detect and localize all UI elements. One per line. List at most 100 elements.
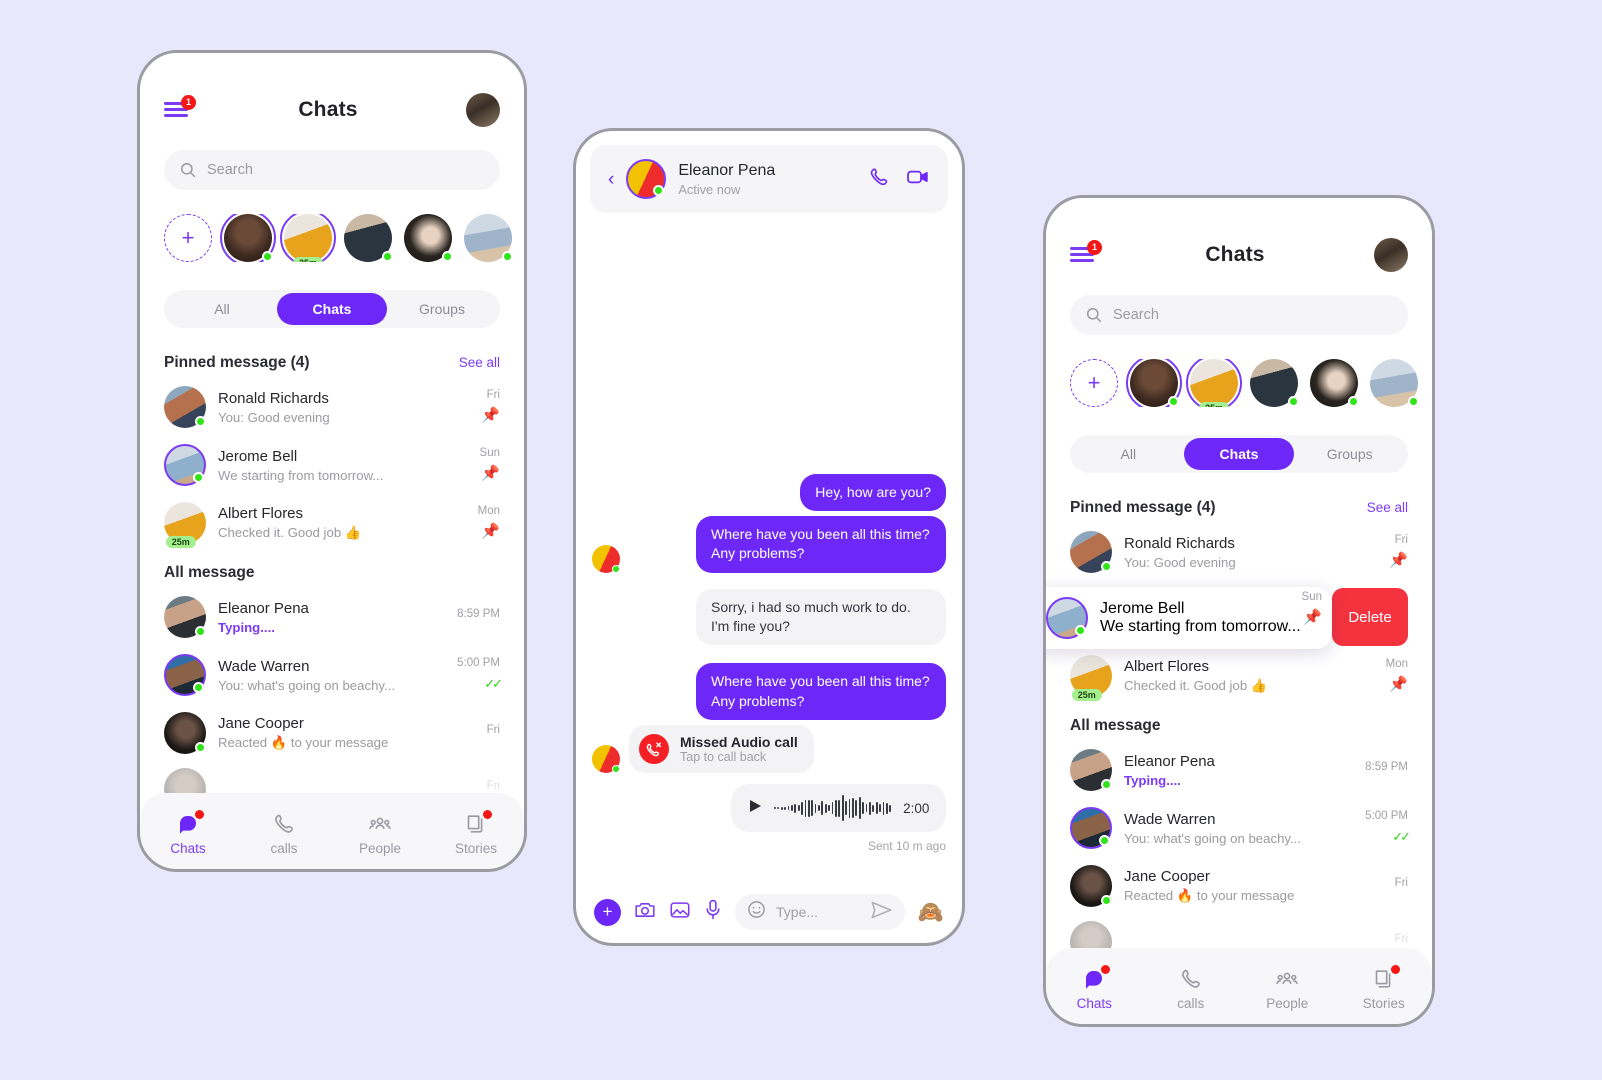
filter-tabs[interactable]: All Chats Groups bbox=[164, 290, 500, 328]
pin-icon[interactable]: 📌 bbox=[1303, 609, 1322, 626]
table-row[interactable]: Jane Cooper Reacted 🔥 to your message Fr… bbox=[1070, 865, 1408, 907]
message-text-input[interactable]: Type... bbox=[735, 894, 905, 930]
table-row[interactable]: Wade Warren You: what's going on beachy.… bbox=[1070, 807, 1411, 849]
back-button[interactable]: ‹ bbox=[608, 170, 614, 189]
table-row[interactable]: Wade Warren You: what's going on beachy.… bbox=[164, 654, 503, 696]
nav-item-chats[interactable]: Chats bbox=[140, 810, 236, 856]
avatar[interactable] bbox=[626, 159, 667, 199]
story-item[interactable]: 25m bbox=[280, 214, 336, 262]
table-row[interactable]: Ronald Richards You: Good evening Fri 📌 bbox=[164, 386, 500, 428]
story-item[interactable] bbox=[1370, 359, 1419, 407]
row-right: 8:59 PM bbox=[448, 608, 500, 626]
pin-icon[interactable]: 📌 bbox=[481, 407, 500, 424]
tab-chats[interactable]: Chats bbox=[1183, 438, 1295, 470]
table-row[interactable]: Eleanor Pena Typing.... 8:59 PM bbox=[164, 596, 500, 638]
nav-item-calls[interactable]: calls bbox=[1143, 967, 1240, 1011]
online-dot bbox=[195, 416, 206, 427]
avatar bbox=[592, 745, 620, 773]
message-preview: Checked it. Good job 👍 bbox=[218, 525, 362, 540]
profile-avatar[interactable] bbox=[465, 93, 500, 127]
message-bubble-outgoing[interactable]: Where have you been all this time? Any p… bbox=[696, 663, 946, 720]
message-bubble-outgoing[interactable]: Hey, how are you? bbox=[800, 473, 946, 512]
story-item[interactable] bbox=[344, 214, 393, 262]
message-input-bar[interactable]: + Type... 🙈 bbox=[576, 881, 962, 943]
story-item[interactable]: 25m bbox=[1186, 359, 1242, 407]
nav-item-people[interactable]: People bbox=[1239, 967, 1336, 1011]
tab-groups[interactable]: Groups bbox=[1294, 438, 1405, 470]
table-row[interactable]: Jane Cooper Reacted 🔥 to your message Fr… bbox=[164, 712, 500, 754]
tab-all[interactable]: All bbox=[167, 293, 277, 325]
story-time-chip: 25m bbox=[1198, 402, 1230, 407]
voice-note-bubble[interactable]: 2:00 bbox=[731, 784, 946, 832]
notification-dot bbox=[483, 810, 492, 819]
pin-icon[interactable]: 📌 bbox=[1389, 676, 1408, 693]
menu-icon[interactable]: 1 bbox=[164, 95, 196, 120]
table-row[interactable]: 25m Albert Flores Checked it. Good job 👍… bbox=[164, 502, 500, 548]
send-icon[interactable] bbox=[870, 900, 893, 925]
camera-icon[interactable] bbox=[634, 900, 656, 925]
nav-item-chats[interactable]: Chats bbox=[1046, 965, 1143, 1011]
nav-item-calls[interactable]: calls bbox=[236, 812, 332, 856]
bottom-navigation[interactable]: Chats calls People Stories bbox=[1046, 948, 1432, 1024]
swiped-chat-card[interactable]: Jerome Bell We starting from tomorrow... bbox=[1046, 587, 1332, 649]
search-input[interactable]: Search bbox=[164, 150, 500, 190]
video-camera-icon[interactable] bbox=[906, 166, 930, 193]
swipe-to-delete-row[interactable]: Jerome Bell We starting from tomorrow...… bbox=[1046, 587, 1408, 649]
table-row[interactable]: Jerome Bell We starting from tomorrow...… bbox=[164, 444, 500, 486]
online-dot bbox=[612, 564, 620, 573]
pinned-header: Pinned message (4) bbox=[164, 354, 310, 371]
phone-icon[interactable] bbox=[868, 166, 890, 193]
smiley-icon[interactable] bbox=[747, 900, 766, 924]
message-bubble-incoming[interactable]: Sorry, i had so much work to do. I'm fin… bbox=[696, 588, 946, 646]
pin-icon[interactable]: 📌 bbox=[481, 465, 500, 482]
nav-item-stories[interactable]: Stories bbox=[1336, 965, 1433, 1011]
row-meta: Wade Warren You: what's going on beachy.… bbox=[1124, 811, 1344, 846]
table-row[interactable]: Ronald Richards You: Good evening Fri 📌 bbox=[1070, 531, 1408, 573]
missed-call-card[interactable]: Missed Audio call Tap to call back bbox=[629, 725, 814, 773]
add-story-button[interactable]: + bbox=[1070, 359, 1118, 407]
story-item[interactable] bbox=[1310, 359, 1359, 407]
online-dot bbox=[1101, 561, 1112, 572]
microphone-icon[interactable] bbox=[704, 899, 722, 925]
profile-avatar[interactable] bbox=[1373, 238, 1408, 272]
read-receipt-icon: ✓✓ bbox=[484, 676, 503, 691]
online-dot bbox=[1168, 396, 1179, 407]
avatar bbox=[164, 596, 206, 638]
attach-plus-button[interactable]: + bbox=[594, 898, 621, 926]
pin-icon[interactable]: 📌 bbox=[1389, 552, 1408, 569]
menu-icon[interactable]: 1 bbox=[1070, 240, 1102, 265]
search-input[interactable]: Search bbox=[1070, 295, 1408, 335]
story-item[interactable] bbox=[220, 214, 276, 262]
pin-icon[interactable]: 📌 bbox=[481, 523, 500, 540]
message-bubble-outgoing[interactable]: Where have you been all this time? Any p… bbox=[696, 516, 946, 573]
filter-tabs[interactable]: All Chats Groups bbox=[1070, 435, 1408, 473]
tab-all[interactable]: All bbox=[1073, 438, 1184, 470]
row-meta bbox=[218, 788, 436, 791]
nav-item-people[interactable]: People bbox=[332, 812, 428, 856]
play-icon[interactable] bbox=[749, 799, 762, 818]
timestamp: Fri bbox=[486, 780, 500, 792]
story-item[interactable] bbox=[464, 214, 513, 262]
story-item[interactable] bbox=[1126, 359, 1182, 407]
conversation-actions[interactable] bbox=[868, 166, 930, 193]
story-item[interactable] bbox=[404, 214, 453, 262]
message-list: Hey, how are you? Where have you been al… bbox=[576, 229, 962, 881]
see-all-link[interactable]: See all bbox=[1367, 500, 1408, 515]
online-dot bbox=[612, 765, 620, 773]
see-all-link[interactable]: See all bbox=[459, 355, 500, 370]
image-icon[interactable] bbox=[669, 900, 691, 925]
tab-groups[interactable]: Groups bbox=[387, 293, 497, 325]
nav-item-stories[interactable]: Stories bbox=[428, 810, 524, 856]
delete-button[interactable]: Delete bbox=[1332, 588, 1408, 646]
tab-chats[interactable]: Chats bbox=[277, 293, 387, 325]
sticker-button[interactable]: 🙈 bbox=[918, 902, 944, 923]
table-row[interactable]: 25m Albert Flores Checked it. Good job 👍… bbox=[1070, 655, 1408, 701]
bottom-navigation[interactable]: Chats calls People Stories bbox=[140, 793, 524, 869]
online-dot bbox=[195, 742, 206, 753]
row-right: 8:59 PM bbox=[1356, 761, 1408, 779]
add-story-button[interactable]: + bbox=[164, 214, 212, 262]
stories-row[interactable]: + 25m bbox=[1070, 359, 1432, 407]
table-row[interactable]: Eleanor Pena Typing.... 8:59 PM bbox=[1070, 749, 1408, 791]
stories-row[interactable]: + 25m bbox=[164, 214, 524, 262]
story-item[interactable] bbox=[1250, 359, 1299, 407]
